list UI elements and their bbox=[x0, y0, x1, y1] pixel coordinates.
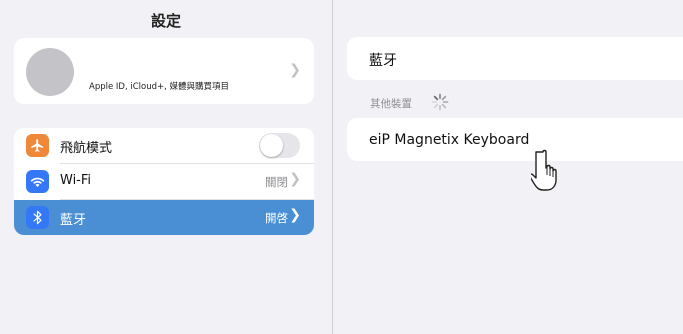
apple-id-profile-card[interactable]: Apple ID, iCloud+, 媒體與購買項目 ❯ bbox=[14, 38, 314, 104]
wifi-status-value: 關閉 bbox=[265, 175, 288, 189]
bluetooth-title: 藍牙 bbox=[369, 53, 397, 69]
settings-group: 飛航模式 Wi-Fi 關閉 ❯ 藍牙 開啓 ❯ bbox=[14, 128, 314, 235]
bluetooth-detail-pane: 藍牙 其他裝置 eiP Magnetix Keyboard bbox=[333, 0, 683, 334]
sidebar-item-label: Wi-Fi bbox=[60, 173, 92, 188]
sidebar-item-wifi[interactable]: Wi-Fi 關閉 ❯ bbox=[14, 164, 314, 199]
device-name: eiP Magnetix Keyboard bbox=[369, 132, 530, 148]
sidebar-item-label: 藍牙 bbox=[60, 213, 87, 228]
device-list-item[interactable]: eiP Magnetix Keyboard bbox=[347, 118, 683, 161]
sidebar-item-label: 飛航模式 bbox=[60, 141, 113, 156]
other-devices-header: 其他裝置 bbox=[370, 98, 412, 110]
toggle-knob bbox=[260, 134, 283, 157]
loading-spinner-icon bbox=[431, 93, 449, 111]
profile-subtitle: Apple ID, iCloud+, 媒體與購買項目 bbox=[89, 82, 230, 92]
chevron-right-icon: ❯ bbox=[289, 207, 301, 223]
avatar bbox=[26, 48, 74, 96]
wifi-icon bbox=[26, 170, 49, 193]
sidebar-item-airplane-mode[interactable]: 飛航模式 bbox=[14, 128, 314, 163]
chevron-right-icon: ❯ bbox=[289, 62, 301, 78]
airplane-icon bbox=[26, 134, 49, 157]
hand-cursor-icon bbox=[531, 149, 557, 191]
sidebar-item-bluetooth[interactable]: 藍牙 開啓 ❯ bbox=[14, 200, 314, 235]
chevron-right-icon: ❯ bbox=[289, 171, 301, 187]
bluetooth-header-card: 藍牙 bbox=[347, 37, 683, 80]
sidebar-title: 設定 bbox=[150, 12, 181, 30]
bluetooth-icon bbox=[26, 206, 49, 229]
bluetooth-status-value: 開啓 bbox=[265, 211, 288, 225]
settings-sidebar: 設定 Apple ID, iCloud+, 媒體與購買項目 ❯ 飛航模式 Wi-… bbox=[0, 0, 332, 334]
airplane-mode-toggle[interactable] bbox=[259, 133, 300, 158]
